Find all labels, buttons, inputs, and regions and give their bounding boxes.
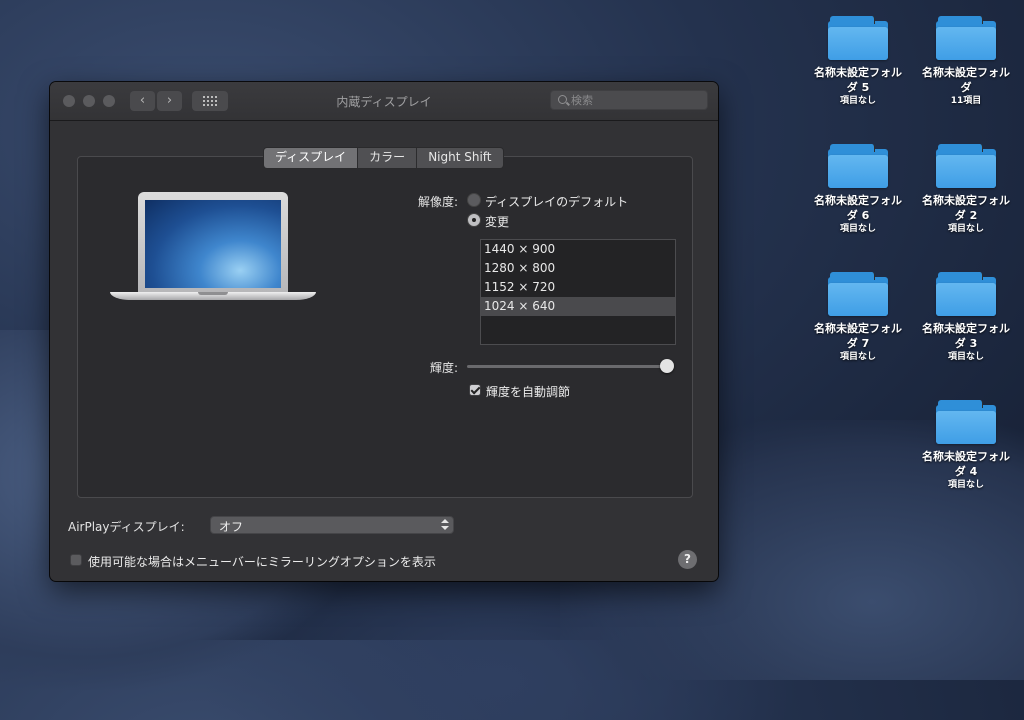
brightness-label: 輝度: xyxy=(429,361,458,375)
desktop-folder-7[interactable]: 名称未設定フォルダ 7 項目なし xyxy=(803,272,913,363)
display-preferences-window: ‹ › 内蔵ディスプレイ ディスプレイ カラー Night Shift 解像度:… xyxy=(50,82,718,581)
folder-icon xyxy=(936,400,996,444)
mirroring-option-checkbox[interactable] xyxy=(70,554,82,566)
folder-icon xyxy=(828,144,888,188)
folder-name: 名称未設定フォルダ 2 xyxy=(922,194,1010,222)
folder-name: 名称未設定フォルダ 4 xyxy=(922,450,1010,478)
brightness-slider-track[interactable] xyxy=(467,365,667,368)
list-item[interactable]: 1152 × 720 xyxy=(481,278,675,297)
resolution-list: 1440 × 900 1280 × 800 1152 × 720 1024 × … xyxy=(480,239,676,345)
folder-icon xyxy=(936,144,996,188)
laptop-illustration xyxy=(110,192,316,310)
search-icon xyxy=(558,95,567,104)
resolution-scaled-radio[interactable] xyxy=(467,213,481,227)
help-button[interactable]: ? xyxy=(678,550,697,569)
desktop-folder-3[interactable]: 名称未設定フォルダ 3 項目なし xyxy=(911,272,1021,363)
resolution-default-radio[interactable] xyxy=(467,193,481,207)
folder-icon xyxy=(828,272,888,316)
desktop-folder-5[interactable]: 名称未設定フォルダ 5 項目なし xyxy=(803,16,913,107)
folder-name: 名称未設定フォルダ 7 xyxy=(814,322,902,350)
folder-item-count: 11項目 xyxy=(950,96,982,106)
resolution-scaled-label[interactable]: 変更 xyxy=(485,213,509,230)
folder-item-count: 項目なし xyxy=(947,224,984,234)
popup-arrows-icon xyxy=(441,519,449,531)
search-field[interactable] xyxy=(550,90,708,110)
folder-item-count: 項目なし xyxy=(839,224,876,234)
folder-icon xyxy=(936,272,996,316)
list-item-selected[interactable]: 1024 × 640 xyxy=(481,297,675,316)
airplay-selected-value: オフ xyxy=(219,520,244,534)
airplay-label: AirPlayディスプレイ: xyxy=(68,520,185,534)
tab-display[interactable]: ディスプレイ xyxy=(264,148,359,168)
folder-name: 名称未設定フォルダ 5 xyxy=(814,66,902,94)
desktop-folder-2[interactable]: 名称未設定フォルダ 2 項目なし xyxy=(911,144,1021,235)
folder-icon xyxy=(936,16,996,60)
folder-item-count: 項目なし xyxy=(839,96,876,106)
folder-name: 名称未設定フォルダ xyxy=(922,66,1010,94)
resolution-default-label[interactable]: ディスプレイのデフォルト xyxy=(485,193,628,210)
folder-icon xyxy=(828,16,888,60)
folder-item-count: 項目なし xyxy=(947,480,984,490)
list-item[interactable]: 1440 × 900 xyxy=(481,240,675,259)
desktop-folder[interactable]: 名称未設定フォルダ 11項目 xyxy=(911,16,1021,107)
folder-item-count: 項目なし xyxy=(947,352,984,362)
auto-brightness-checkbox[interactable] xyxy=(469,384,481,396)
resolution-label: 解像度: xyxy=(417,195,458,209)
folder-item-count: 項目なし xyxy=(839,352,876,362)
desktop-folder-6[interactable]: 名称未設定フォルダ 6 項目なし xyxy=(803,144,913,235)
auto-brightness-label[interactable]: 輝度を自動調節 xyxy=(486,383,570,400)
desktop-folder-4[interactable]: 名称未設定フォルダ 4 項目なし xyxy=(911,400,1021,491)
title-bar: ‹ › 内蔵ディスプレイ xyxy=(50,82,718,121)
brightness-slider-knob[interactable] xyxy=(660,359,674,373)
airplay-display-popup[interactable]: オフ xyxy=(210,516,454,534)
tab-color[interactable]: カラー xyxy=(358,148,418,168)
list-item[interactable]: 1280 × 800 xyxy=(481,259,675,278)
search-input[interactable] xyxy=(571,93,701,107)
folder-name: 名称未設定フォルダ 3 xyxy=(922,322,1010,350)
tab-night-shift[interactable]: Night Shift xyxy=(417,148,503,168)
mirroring-option-label[interactable]: 使用可能な場合はメニューバーにミラーリングオプションを表示 xyxy=(88,553,436,570)
segmented-tabs: ディスプレイ カラー Night Shift xyxy=(263,147,504,169)
folder-name: 名称未設定フォルダ 6 xyxy=(814,194,902,222)
